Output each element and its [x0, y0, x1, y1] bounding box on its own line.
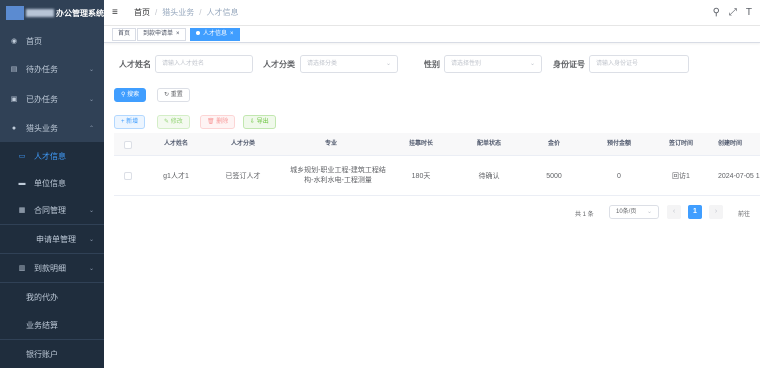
- sidebar-item-application[interactable]: 申请单管理 ⌄: [0, 225, 104, 253]
- tag-talent-info[interactable]: 人才信息 ×: [190, 28, 240, 41]
- download-icon: ⇩: [250, 119, 257, 125]
- sidebar: 办公管理系统 ◉ 首页 ▤ 待办任务 ⌄ ▣ 已办任务 ⌄ ● 猎头业务 ⌃ ▭…: [0, 0, 104, 368]
- done-icon: ▣: [10, 96, 18, 103]
- sidebar-item-home[interactable]: ◉ 首页: [0, 27, 104, 55]
- col-category: 人才分类: [230, 141, 255, 147]
- main-content: 人才姓名 请输入人才姓名 人才分类 请选择分类 ⌄ 性别 请选择性别 ⌄ 身份证…: [104, 43, 760, 365]
- app-title: 办公管理系统: [56, 8, 104, 18]
- breadcrumb: 首页 / 猎头业务 / 人才信息: [134, 7, 239, 18]
- navbar: ≡ 首页 / 猎头业务 / 人才信息 ⚲ ⤢ T: [104, 0, 760, 26]
- hamburger-icon[interactable]: ≡: [112, 7, 124, 18]
- col-created: 创建时间: [718, 141, 743, 147]
- tag-home[interactable]: 首页: [112, 28, 137, 41]
- idcard-label: 身份证号: [553, 60, 585, 69]
- cell-created: 2024-07-05 16: [718, 172, 760, 180]
- idcard-input[interactable]: 请输入身份证号: [589, 55, 689, 73]
- sidebar-item-bank[interactable]: 银行账户: [0, 340, 104, 368]
- trash-icon: 🗑: [207, 119, 217, 125]
- contract-icon: ▦: [18, 207, 26, 214]
- chevron-down-icon: ⌄: [88, 207, 94, 214]
- search-icon[interactable]: ⚲: [713, 7, 720, 18]
- breadcrumb-home[interactable]: 首页: [134, 7, 150, 18]
- breadcrumb-talent-info: 人才信息: [206, 8, 239, 17]
- sidebar-item-talent-info[interactable]: ▭ 人才信息: [0, 142, 104, 170]
- font-size-icon[interactable]: T: [746, 7, 752, 18]
- cell-category: 已签订人才: [225, 173, 261, 180]
- sidebar-item-done[interactable]: ▣ 已办任务 ⌄: [0, 85, 104, 113]
- table-header: 人才姓名 人才分类 专业 挂靠时长 配单状态 金价 预付金额 签订时间 创建时间: [114, 133, 760, 156]
- col-price: 金价: [547, 141, 560, 147]
- cell-price: 5000: [546, 172, 562, 180]
- sidebar-item-contract[interactable]: ▦ 合同管理 ⌄: [0, 196, 104, 224]
- dashboard-icon: ◉: [10, 38, 18, 45]
- money-icon: ▥: [18, 265, 26, 272]
- chevron-down-icon: ⌄: [88, 265, 94, 272]
- page-size-select[interactable]: 10条/页 ⌄: [609, 205, 659, 219]
- table-row[interactable]: g1人才1 已签订人才 城乡规划-职业工程-建筑工程结构-水利水电-工程测量 1…: [114, 156, 760, 196]
- close-icon[interactable]: ×: [176, 31, 180, 37]
- fullscreen-icon[interactable]: ⤢: [729, 7, 737, 18]
- name-input[interactable]: 请输入人才姓名: [155, 55, 253, 73]
- blurred-company-name: [26, 9, 54, 17]
- name-label: 人才姓名: [119, 60, 151, 69]
- cell-prepaid: 0: [617, 172, 621, 180]
- chevron-down-icon: ⌄: [385, 61, 391, 67]
- cell-major: 城乡规划-职业工程-建筑工程结构-水利水电-工程测量: [290, 167, 386, 184]
- gender-select[interactable]: 请选择性别 ⌄: [444, 55, 542, 73]
- page-1-button[interactable]: 1: [688, 205, 702, 219]
- tags-view: 首页 到款申请单 × 人才信息 ×: [104, 26, 760, 43]
- sidebar-item-my-agent[interactable]: 我的代办: [0, 283, 104, 311]
- cell-duration: 180天: [411, 173, 431, 180]
- building-icon: ▬: [18, 179, 26, 187]
- logo-icon: [6, 6, 24, 20]
- sidebar-item-todo[interactable]: ▤ 待办任务 ⌄: [0, 55, 104, 83]
- pagination-total: 共 1 条: [575, 212, 594, 218]
- col-major: 专业: [324, 141, 337, 147]
- export-button[interactable]: ⇩ 导出: [243, 115, 276, 129]
- goto-label: 前往: [738, 212, 751, 218]
- col-sign-time: 签订时间: [668, 141, 693, 147]
- select-all-checkbox[interactable]: [114, 133, 142, 156]
- chevron-down-icon: ⌄: [88, 236, 94, 243]
- chevron-down-icon: ⌄: [88, 96, 94, 103]
- col-status: 配单状态: [476, 141, 501, 147]
- sidebar-item-payment[interactable]: ▥ 到款明细 ⌄: [0, 254, 104, 282]
- category-select[interactable]: 请选择分类 ⌄: [300, 55, 398, 73]
- chevron-down-icon: ⌄: [646, 209, 652, 215]
- chevron-up-icon: ⌃: [88, 125, 94, 132]
- gender-label: 性别: [424, 60, 440, 69]
- sidebar-item-company-info[interactable]: ▬ 单位信息: [0, 169, 104, 197]
- chevron-down-icon: ⌄: [529, 61, 535, 67]
- nav-tools: ⚲ ⤢ T: [713, 7, 752, 18]
- add-button[interactable]: + 新增: [114, 115, 146, 129]
- category-label: 人才分类: [263, 60, 295, 69]
- row-checkbox[interactable]: [114, 156, 142, 196]
- sidebar-item-headhunting[interactable]: ● 猎头业务 ⌃: [0, 114, 104, 142]
- prev-page-button[interactable]: ‹: [667, 205, 681, 219]
- next-page-button[interactable]: ›: [709, 205, 723, 219]
- breadcrumb-headhunting: 猎头业务: [162, 8, 195, 17]
- cell-status: 待确认: [478, 173, 500, 180]
- cell-name: g1人才1: [163, 173, 189, 180]
- refresh-icon: ↻: [164, 92, 171, 98]
- chevron-down-icon: ⌄: [88, 66, 94, 73]
- col-prepaid: 预付金额: [606, 141, 631, 147]
- person-icon: ▭: [18, 153, 26, 160]
- edit-icon: ✎: [164, 119, 171, 125]
- col-duration: 挂靠时长: [408, 141, 433, 147]
- close-icon[interactable]: ×: [230, 31, 234, 37]
- edit-button[interactable]: ✎ 修改: [157, 115, 190, 129]
- delete-button[interactable]: 🗑 删除: [200, 115, 236, 129]
- sidebar-item-settlement[interactable]: 业务结算: [0, 311, 104, 339]
- user-icon: ●: [11, 124, 17, 132]
- app-logo: 办公管理系统: [0, 0, 104, 26]
- search-button[interactable]: ⚲ 搜索: [114, 88, 147, 102]
- tag-payment-request[interactable]: 到款申请单 ×: [137, 28, 186, 41]
- col-name: 人才姓名: [163, 141, 188, 147]
- cell-sign-time: 回访1: [672, 173, 690, 180]
- todo-icon: ▤: [10, 66, 18, 73]
- reset-button[interactable]: ↻ 重置: [157, 88, 190, 102]
